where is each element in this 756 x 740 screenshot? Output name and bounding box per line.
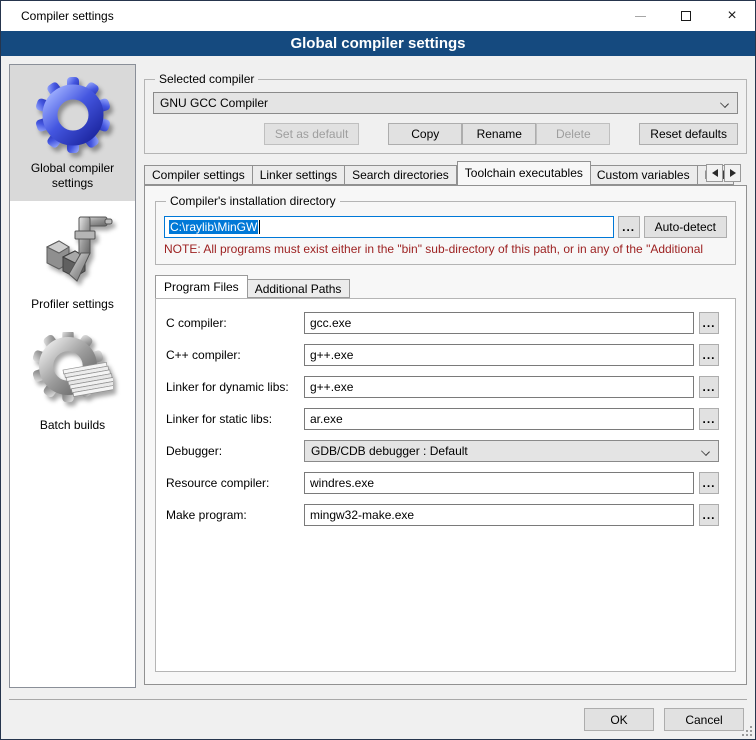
- c-compiler-row: C compiler: gcc.exe ...: [166, 311, 719, 334]
- program-files-tabstrip: Program Files Additional Paths: [155, 275, 736, 298]
- resource-compiler-input[interactable]: windres.exe: [304, 472, 694, 494]
- installation-directory-input[interactable]: C:\raylib\MinGW: [164, 216, 614, 238]
- compiler-select[interactable]: GNU GCC Compiler: [153, 92, 738, 114]
- sidebar-item-profiler-settings[interactable]: Profiler settings: [10, 201, 135, 322]
- dynamic-linker-input[interactable]: g++.exe: [304, 376, 694, 398]
- browse-directory-button[interactable]: ...: [618, 216, 640, 238]
- window-controls: ×: [617, 1, 755, 31]
- close-icon: ×: [727, 8, 736, 24]
- maximize-button[interactable]: [663, 1, 709, 31]
- close-button[interactable]: ×: [709, 1, 755, 31]
- sidebar-item-label: Global compiler settings: [14, 161, 131, 191]
- toolchain-executables-page: Compiler's installation directory C:\ray…: [144, 185, 747, 685]
- caliper-icon: [33, 211, 113, 291]
- debugger-label: Debugger:: [166, 444, 304, 458]
- cpp-compiler-value: g++.exe: [310, 348, 353, 362]
- copy-button[interactable]: Copy: [388, 123, 462, 145]
- resource-compiler-value: windres.exe: [310, 476, 374, 490]
- blue-gear-icon: [33, 75, 113, 155]
- tab-scroll-arrows: [705, 164, 741, 182]
- cpp-compiler-label: C++ compiler:: [166, 348, 304, 362]
- main-panel: Selected compiler GNU GCC Compiler Set a…: [144, 64, 747, 695]
- settings-tabstrip: Compiler settings Linker settings Search…: [144, 161, 747, 185]
- c-compiler-input[interactable]: gcc.exe: [304, 312, 694, 334]
- gray-gear-stack-icon: [33, 332, 113, 412]
- installation-directory-group: Compiler's installation directory C:\ray…: [155, 194, 736, 265]
- sidebar-item-batch-builds[interactable]: Batch builds: [10, 322, 135, 443]
- dynamic-linker-label: Linker for dynamic libs:: [166, 380, 304, 394]
- installation-directory-row: C:\raylib\MinGW ... Auto-detect: [164, 216, 727, 238]
- window-title: Compiler settings: [1, 9, 114, 23]
- debugger-select-value: GDB/CDB debugger : Default: [311, 444, 468, 458]
- selected-compiler-legend: Selected compiler: [155, 72, 258, 86]
- tab-compiler-settings[interactable]: Compiler settings: [144, 165, 253, 185]
- chevron-down-icon: [720, 99, 729, 108]
- cpp-compiler-browse-button[interactable]: ...: [699, 344, 719, 366]
- footer: OK Cancel: [1, 700, 755, 739]
- dynamic-linker-row: Linker for dynamic libs: g++.exe ...: [166, 375, 719, 398]
- tab-scroll-left-button[interactable]: [706, 164, 723, 182]
- sidebar-item-label: Profiler settings: [14, 297, 131, 312]
- debugger-select[interactable]: GDB/CDB debugger : Default: [304, 440, 719, 462]
- dialog-content: Global compiler settings Profiler settin…: [1, 56, 755, 695]
- dialog-header-title: Global compiler settings: [290, 35, 465, 52]
- reset-defaults-button[interactable]: Reset defaults: [639, 123, 738, 145]
- maximize-icon: [681, 11, 691, 21]
- sidebar-item-label: Batch builds: [14, 418, 131, 433]
- debugger-row: Debugger: GDB/CDB debugger : Default: [166, 439, 719, 462]
- compiler-buttons-row: Set as default Copy Rename Delete Reset …: [153, 123, 738, 145]
- static-linker-row: Linker for static libs: ar.exe ...: [166, 407, 719, 430]
- titlebar: Compiler settings ×: [1, 1, 755, 31]
- tab-additional-paths[interactable]: Additional Paths: [247, 279, 351, 298]
- tab-search-directories[interactable]: Search directories: [345, 165, 457, 185]
- auto-detect-button[interactable]: Auto-detect: [644, 216, 727, 238]
- minimize-icon: [635, 16, 646, 17]
- resource-compiler-label: Resource compiler:: [166, 476, 304, 490]
- chevron-down-icon: [701, 447, 710, 456]
- cpp-compiler-input[interactable]: g++.exe: [304, 344, 694, 366]
- make-program-label: Make program:: [166, 508, 304, 522]
- program-files-page: C compiler: gcc.exe ... C++ compiler: g+…: [155, 298, 736, 672]
- tab-program-files[interactable]: Program Files: [155, 275, 248, 298]
- ok-button[interactable]: OK: [584, 708, 654, 731]
- make-program-value: mingw32-make.exe: [310, 508, 414, 522]
- static-linker-input[interactable]: ar.exe: [304, 408, 694, 430]
- arrow-right-icon: [730, 169, 736, 177]
- c-compiler-value: gcc.exe: [310, 316, 351, 330]
- resize-grip-icon[interactable]: [742, 726, 752, 736]
- rename-button[interactable]: Rename: [462, 123, 536, 145]
- static-linker-browse-button[interactable]: ...: [699, 408, 719, 430]
- dynamic-linker-browse-button[interactable]: ...: [699, 376, 719, 398]
- make-program-browse-button[interactable]: ...: [699, 504, 719, 526]
- text-caret: [259, 220, 260, 234]
- delete-button[interactable]: Delete: [536, 123, 610, 145]
- dialog-header: Global compiler settings: [1, 31, 755, 56]
- tab-scroll-right-button[interactable]: [724, 164, 741, 182]
- cancel-button[interactable]: Cancel: [664, 708, 744, 731]
- minimize-button[interactable]: [617, 1, 663, 31]
- resource-compiler-row: Resource compiler: windres.exe ...: [166, 471, 719, 494]
- c-compiler-browse-button[interactable]: ...: [699, 312, 719, 334]
- c-compiler-label: C compiler:: [166, 316, 304, 330]
- resource-compiler-browse-button[interactable]: ...: [699, 472, 719, 494]
- settings-category-list: Global compiler settings Profiler settin…: [9, 64, 136, 688]
- dynamic-linker-value: g++.exe: [310, 380, 353, 394]
- bin-subdirectory-note: NOTE: All programs must exist either in …: [164, 242, 727, 256]
- make-program-row: Make program: mingw32-make.exe ...: [166, 503, 719, 526]
- tab-custom-variables[interactable]: Custom variables: [590, 165, 698, 185]
- static-linker-value: ar.exe: [310, 412, 343, 426]
- selected-compiler-group: Selected compiler GNU GCC Compiler Set a…: [144, 72, 747, 154]
- cpp-compiler-row: C++ compiler: g++.exe ...: [166, 343, 719, 366]
- compiler-settings-dialog: Compiler settings × Global compiler sett…: [0, 0, 756, 740]
- compiler-select-value: GNU GCC Compiler: [160, 96, 268, 110]
- arrow-left-icon: [712, 169, 718, 177]
- static-linker-label: Linker for static libs:: [166, 412, 304, 426]
- tab-linker-settings[interactable]: Linker settings: [253, 165, 345, 185]
- installation-directory-value: C:\raylib\MinGW: [169, 220, 258, 234]
- make-program-input[interactable]: mingw32-make.exe: [304, 504, 694, 526]
- set-as-default-button[interactable]: Set as default: [264, 123, 359, 145]
- installation-directory-legend: Compiler's installation directory: [166, 194, 340, 208]
- tab-toolchain-executables[interactable]: Toolchain executables: [457, 161, 591, 185]
- sidebar-item-global-compiler-settings[interactable]: Global compiler settings: [10, 65, 135, 201]
